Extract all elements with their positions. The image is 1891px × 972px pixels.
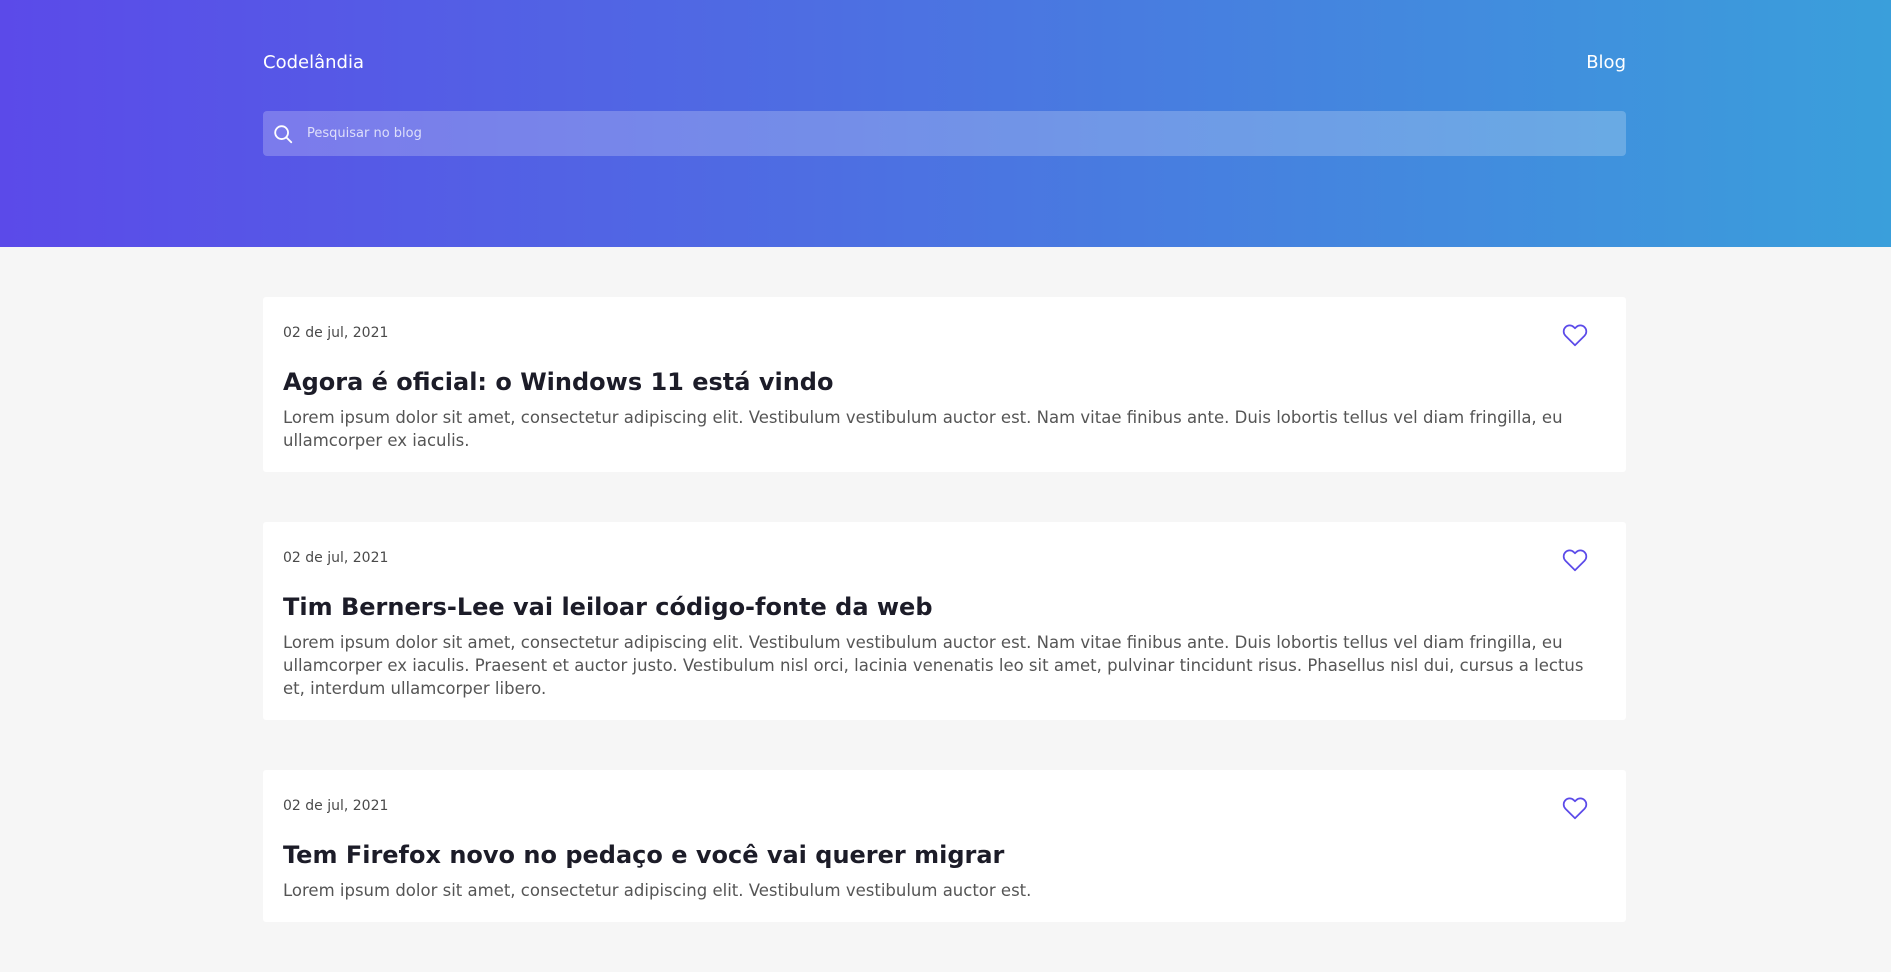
post-date: 02 de jul, 2021 <box>283 325 389 341</box>
post-title[interactable]: Agora é oficial: o Windows 11 está vindo <box>283 367 1606 397</box>
post-date: 02 de jul, 2021 <box>283 798 389 814</box>
post-excerpt: Lorem ipsum dolor sit amet, consectetur … <box>283 881 1032 900</box>
heart-icon[interactable] <box>1562 323 1588 347</box>
post-list: 02 de jul, 2021 Agora é oficial: o Windo… <box>263 297 1626 972</box>
page-header: Codelândia Blog <box>0 0 1891 247</box>
heart-icon[interactable] <box>1562 548 1588 572</box>
nav-link-blog[interactable]: Blog <box>1586 52 1626 73</box>
post-date: 02 de jul, 2021 <box>283 550 389 566</box>
post-title[interactable]: Tem Firefox novo no pedaço e você vai qu… <box>283 840 1606 870</box>
search-bar[interactable] <box>263 111 1626 156</box>
post-excerpt: Lorem ipsum dolor sit amet, consectetur … <box>283 408 1563 450</box>
post-card[interactable]: 02 de jul, 2021 Tim Berners-Lee vai leil… <box>263 522 1626 720</box>
brand-logo[interactable]: Codelândia <box>263 52 364 73</box>
search-icon <box>263 111 303 156</box>
search-input[interactable] <box>303 111 1626 156</box>
post-excerpt: Lorem ipsum dolor sit amet, consectetur … <box>283 633 1584 698</box>
heart-icon[interactable] <box>1562 796 1588 820</box>
post-card[interactable]: 02 de jul, 2021 Agora é oficial: o Windo… <box>263 297 1626 472</box>
post-title[interactable]: Tim Berners-Lee vai leiloar código-fonte… <box>283 592 1606 622</box>
post-card[interactable]: 02 de jul, 2021 Tem Firefox novo no peda… <box>263 770 1626 922</box>
